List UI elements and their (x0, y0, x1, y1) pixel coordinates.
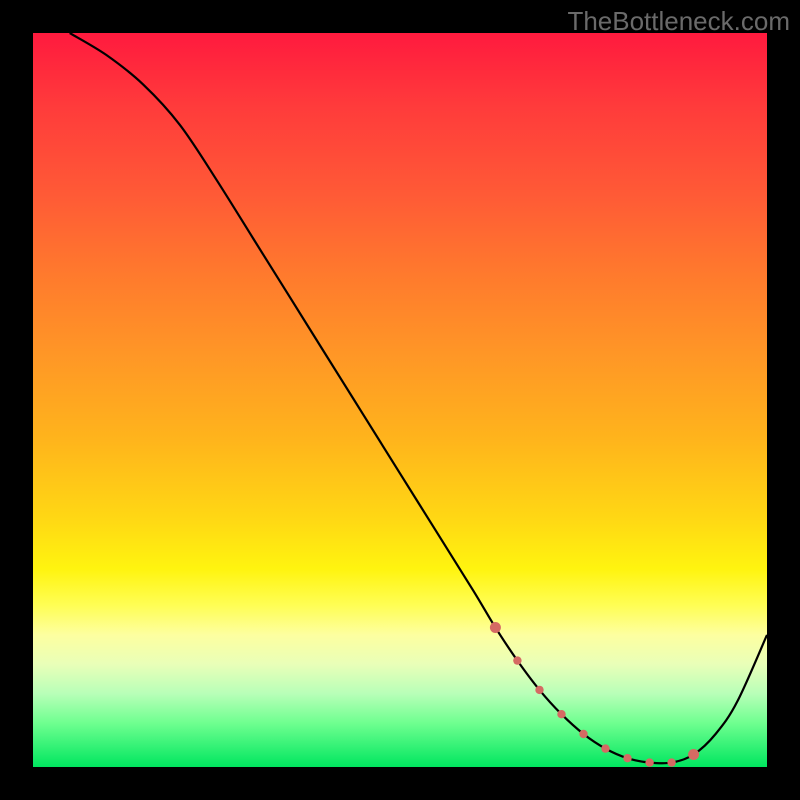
chart-svg (33, 33, 767, 767)
chart-marker-point (557, 710, 565, 718)
watermark-label: TheBottleneck.com (567, 6, 790, 37)
chart-plot-area (33, 33, 767, 767)
chart-marker-point (513, 656, 521, 664)
chart-markers (490, 622, 699, 767)
chart-marker-point (645, 758, 653, 766)
chart-curve (70, 33, 767, 763)
chart-marker-point (667, 758, 675, 766)
chart-marker-point (601, 744, 609, 752)
chart-marker-point (623, 754, 631, 762)
chart-marker-point (535, 686, 543, 694)
chart-marker-point (688, 749, 699, 760)
chart-marker-point (490, 622, 501, 633)
chart-marker-point (579, 730, 587, 738)
chart-frame: TheBottleneck.com (0, 0, 800, 800)
